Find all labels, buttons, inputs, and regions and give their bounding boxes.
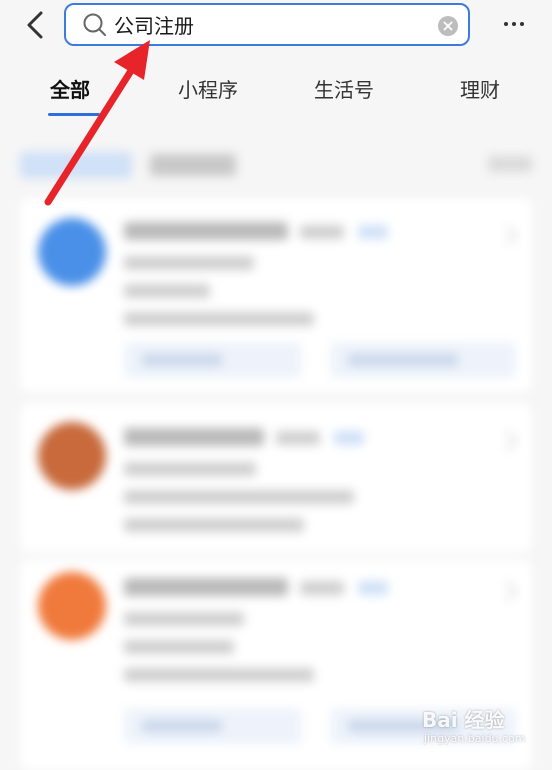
search-box[interactable] [64, 3, 470, 46]
tab-wealth[interactable]: 理财 [460, 74, 500, 103]
tab-all[interactable]: 全部 [50, 74, 90, 103]
more-button[interactable] [496, 10, 532, 38]
tab-life-accounts[interactable]: 生活号 [314, 74, 374, 103]
result-card[interactable] [20, 198, 532, 392]
back-button[interactable] [20, 8, 50, 42]
active-tab-indicator [48, 113, 100, 116]
baidu-watermark: Bai 经验 jingyan.baidu.com [422, 704, 542, 750]
search-input[interactable] [114, 12, 414, 37]
avatar [38, 572, 106, 640]
section-header [20, 150, 532, 180]
watermark-url: jingyan.baidu.com [424, 732, 526, 745]
chevron-left-icon [27, 11, 43, 39]
clear-icon [443, 21, 453, 31]
more-icon [504, 22, 508, 26]
clear-search-button[interactable] [438, 16, 458, 36]
avatar [38, 422, 106, 490]
search-results [0, 128, 552, 770]
avatar [38, 218, 106, 286]
result-card[interactable] [20, 404, 532, 552]
search-icon [82, 12, 108, 38]
top-bar [0, 0, 552, 56]
tab-mini-programs[interactable]: 小程序 [178, 74, 238, 103]
watermark-brand: Bai 经验 [422, 708, 505, 732]
result-tabs: 全部 小程序 生活号 理财 [0, 56, 552, 120]
